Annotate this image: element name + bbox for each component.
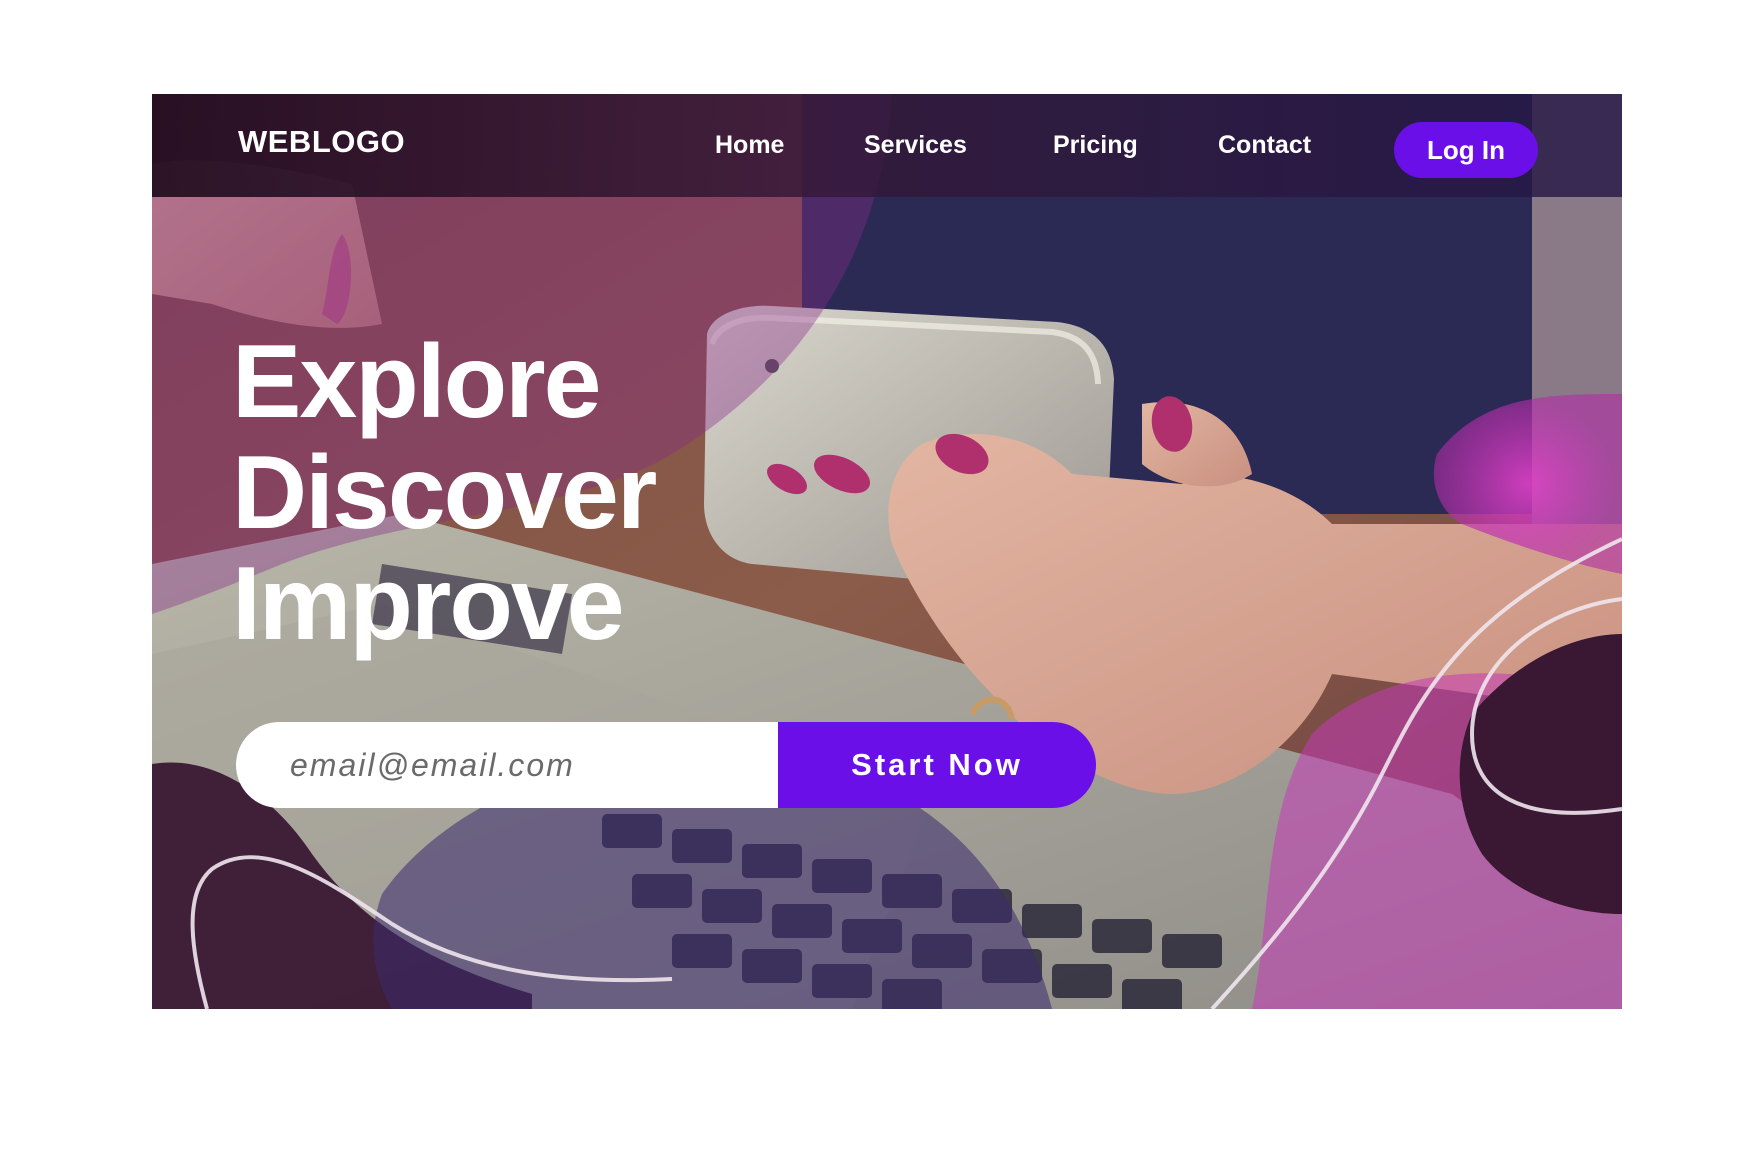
login-button[interactable]: Log In (1394, 122, 1538, 178)
landing-page-mockup: WEBLOGO Home Services Pricing Contact Lo… (152, 94, 1622, 1009)
email-signup-form: Start Now (236, 722, 1096, 808)
nav-item-pricing[interactable]: Pricing (1053, 131, 1138, 160)
site-logo[interactable]: WEBLOGO (238, 124, 405, 160)
headline-line-discover: Discover (232, 435, 657, 551)
nav-item-services[interactable]: Services (864, 131, 967, 160)
start-now-button[interactable]: Start Now (778, 722, 1096, 808)
nav-item-contact[interactable]: Contact (1218, 131, 1311, 160)
headline-line-improve: Improve (232, 546, 625, 662)
nav-item-home[interactable]: Home (715, 131, 784, 160)
email-input[interactable] (236, 722, 778, 808)
headline-line-explore: Explore (232, 324, 601, 440)
top-navbar: WEBLOGO Home Services Pricing Contact Lo… (152, 94, 1622, 197)
